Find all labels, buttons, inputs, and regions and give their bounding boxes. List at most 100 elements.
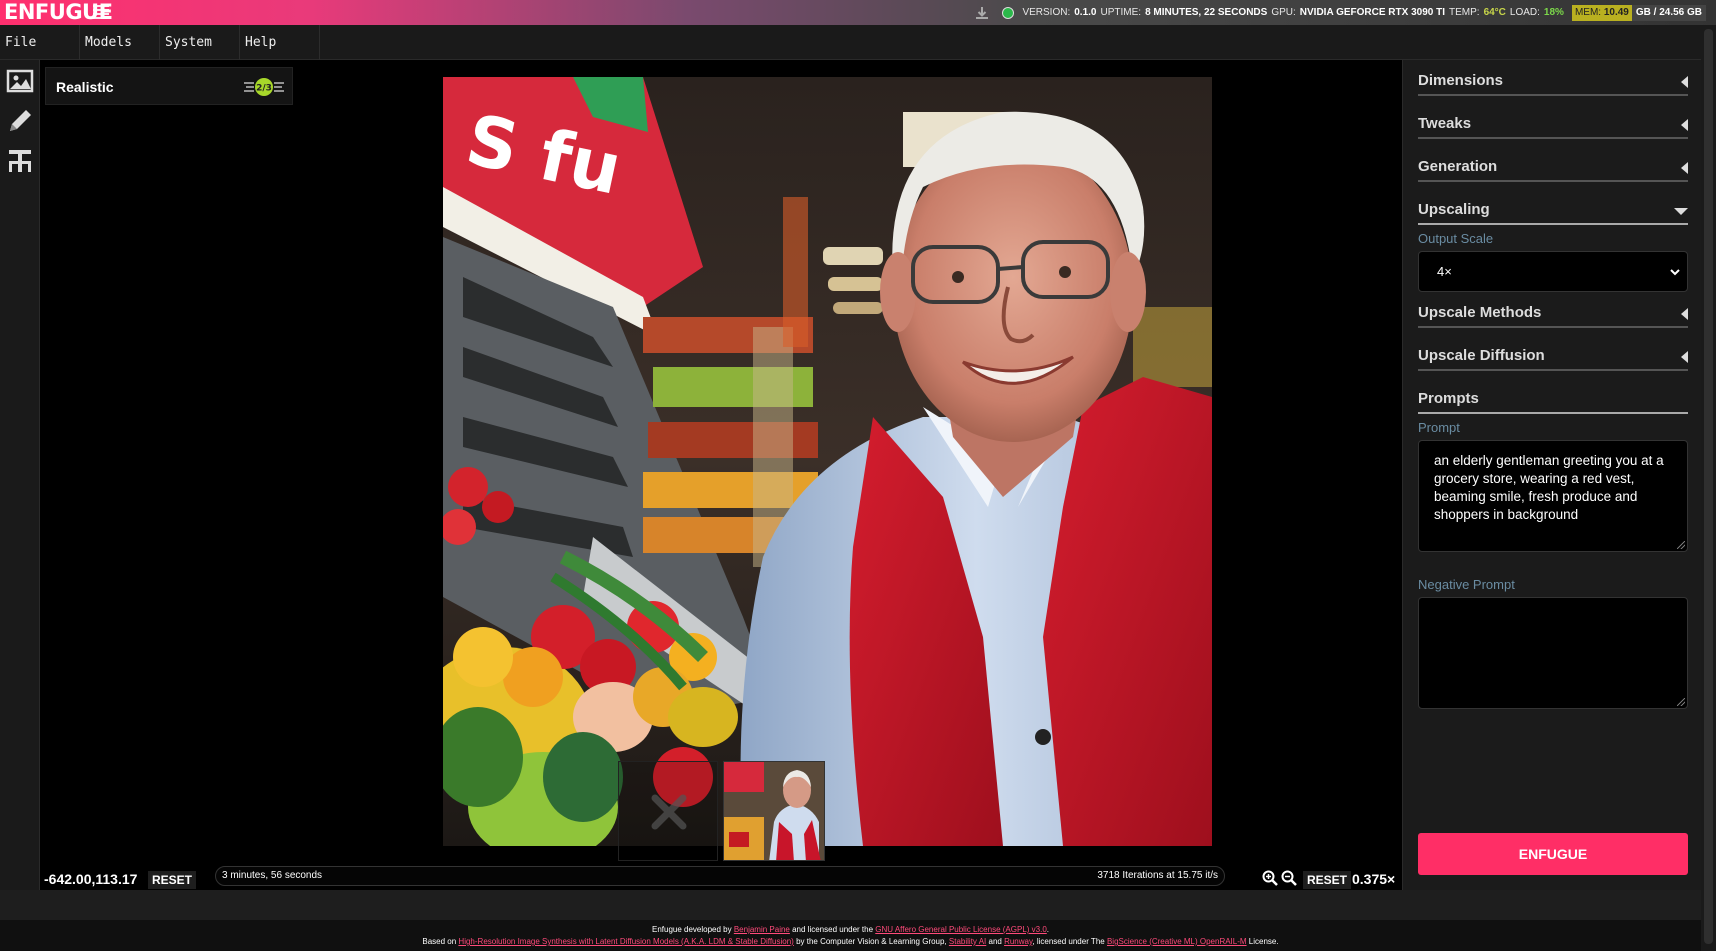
thumbnail-remove-slot[interactable]	[618, 761, 718, 861]
memory-used-segment: MEM: 10.49	[1571, 4, 1632, 21]
result-thumbnail[interactable]	[723, 761, 825, 861]
reset-zoom-button[interactable]: RESET	[1303, 871, 1352, 889]
resize-grip-icon[interactable]	[1677, 541, 1685, 549]
section-dimensions[interactable]: Dimensions	[1418, 70, 1688, 96]
memory-meter: MEM: 10.49 GB / 24.56 GB	[1571, 4, 1706, 21]
download-icon[interactable]	[974, 5, 990, 21]
enfugue-app: ENFUGUE VERSION: 0.1.0 UPTIME: 8 MINUTES…	[0, 0, 1716, 951]
generated-image[interactable]: S fu	[443, 77, 1212, 846]
left-toolbar	[0, 60, 40, 890]
load-value: 18%	[1543, 7, 1564, 18]
section-upscale-methods[interactable]: Upscale Methods	[1418, 302, 1688, 328]
output-scale-select[interactable]: 4×	[1418, 251, 1688, 292]
collapse-left-icon	[1681, 76, 1688, 88]
status-indicator-icon	[1002, 6, 1015, 19]
close-icon[interactable]	[649, 792, 689, 832]
right-panel: Dimensions Tweaks Generation Upscaling O…	[1402, 60, 1701, 890]
model-name: Realistic	[56, 79, 114, 95]
model-chip[interactable]: Realistic 2/3	[45, 67, 293, 105]
gpu-value: NVIDIA GEFORCE RTX 3090 TI	[1299, 7, 1445, 18]
paper-link[interactable]: High-Resolution Image Synthesis with Lat…	[458, 937, 793, 946]
load-label: LOAD:	[1509, 7, 1540, 18]
scrollbar-thumb[interactable]	[1704, 29, 1713, 944]
prompt-text: an elderly gentleman greeting you at a g…	[1434, 453, 1664, 522]
footer-text: Based on	[422, 937, 459, 946]
menu-bar: File Models System Help	[0, 25, 1701, 60]
output-scale-value: 4×	[1437, 264, 1452, 279]
mem-used-value: 10.49	[1603, 6, 1629, 18]
section-generation[interactable]: Generation	[1418, 156, 1688, 182]
zoom-in-icon[interactable]	[1262, 870, 1278, 886]
footer-spacer	[0, 890, 1701, 920]
page-scrollbar[interactable]	[1701, 25, 1716, 951]
negative-prompt-label: Negative Prompt	[1418, 577, 1515, 592]
enfugue-submit-button[interactable]: ENFUGUE	[1418, 833, 1688, 875]
zoom-out-icon[interactable]	[1281, 870, 1297, 886]
model-settings-icon[interactable]: 2/3	[242, 76, 286, 98]
footer-text: and	[986, 937, 1005, 946]
stability-link[interactable]: Stability AI	[949, 937, 986, 946]
author-link[interactable]: Benjamin Paine	[734, 925, 790, 934]
footer-text: and licensed under the	[789, 925, 876, 934]
section-title: Tweaks	[1418, 115, 1472, 132]
footer-line-1: Enfugue developed by Benjamin Paine and …	[0, 925, 1701, 934]
collapse-left-icon	[1681, 351, 1688, 363]
expand-down-icon	[1674, 208, 1688, 215]
collapse-left-icon	[1681, 119, 1688, 131]
footer-text: , licensed under The	[1032, 937, 1107, 946]
menu-system[interactable]: System	[160, 25, 240, 60]
negative-prompt-input[interactable]	[1418, 597, 1688, 709]
resize-grip-icon[interactable]	[1677, 698, 1685, 706]
mem-label: MEM:	[1574, 6, 1602, 18]
menu-help[interactable]: Help	[240, 25, 320, 60]
uptime-value: 8 MINUTES, 22 SECONDS	[1145, 7, 1268, 18]
section-title: Upscale Diffusion	[1418, 347, 1545, 364]
prompt-label: Prompt	[1418, 420, 1460, 435]
logo-stripes	[93, 5, 109, 19]
version-value: 0.1.0	[1074, 7, 1097, 18]
footer-text: Enfugue developed by	[651, 925, 734, 934]
menu-file[interactable]: File	[0, 25, 80, 60]
footer-text: License.	[1246, 937, 1279, 946]
zoom-level: 0.375×	[1352, 871, 1396, 887]
temp-label: TEMP:	[1449, 7, 1480, 18]
text-tool-icon[interactable]	[5, 146, 35, 176]
image-icon[interactable]	[5, 66, 35, 96]
footer-line-2: Based on High-Resolution Image Synthesis…	[0, 937, 1701, 946]
cursor-coordinates: -642.00,113.17	[44, 871, 138, 887]
output-scale-label: Output Scale	[1418, 231, 1494, 246]
section-upscaling[interactable]: Upscaling	[1418, 199, 1688, 225]
collapse-left-icon	[1681, 308, 1688, 320]
chevron-down-icon	[1670, 269, 1680, 276]
footer-text: by the Computer Vision & Learning Group,	[793, 937, 949, 946]
collapse-left-icon	[1681, 162, 1688, 174]
section-title: Upscaling	[1418, 201, 1490, 218]
temp-value: 64°C	[1483, 7, 1506, 18]
elapsed-time: 3 minutes, 56 seconds	[222, 870, 323, 881]
reset-position-button[interactable]: RESET	[148, 871, 197, 889]
iteration-rate: 3718 Iterations at 15.75 it/s	[1097, 870, 1218, 881]
menu-models[interactable]: Models	[80, 25, 160, 60]
section-title: Upscale Methods	[1418, 304, 1542, 321]
license-link[interactable]: GNU Affero General Public License (AGPL)…	[875, 925, 1047, 934]
runway-link[interactable]: Runway	[1004, 937, 1032, 946]
footer: Enfugue developed by Benjamin Paine and …	[0, 920, 1701, 951]
gpu-label: GPU:	[1271, 7, 1296, 18]
generation-progress: 3 minutes, 56 seconds 3718 Iterations at…	[215, 866, 1225, 886]
section-title: Dimensions	[1418, 72, 1504, 89]
section-title: Prompts	[1418, 390, 1479, 407]
section-upscale-diffusion[interactable]: Upscale Diffusion	[1418, 345, 1688, 371]
system-status: VERSION: 0.1.0 UPTIME: 8 MINUTES, 22 SEC…	[974, 0, 1706, 25]
memory-total: GB / 24.56 GB	[1631, 4, 1706, 21]
top-header: ENFUGUE VERSION: 0.1.0 UPTIME: 8 MINUTES…	[0, 0, 1716, 25]
svg-text:2/3: 2/3	[256, 84, 272, 94]
prompt-input[interactable]: an elderly gentleman greeting you at a g…	[1418, 440, 1688, 552]
pencil-icon[interactable]	[5, 106, 35, 136]
section-prompts[interactable]: Prompts	[1418, 388, 1688, 414]
uptime-label: UPTIME:	[1100, 7, 1142, 18]
version-label: VERSION:	[1022, 7, 1071, 18]
section-tweaks[interactable]: Tweaks	[1418, 113, 1688, 139]
footer-text: .	[1046, 925, 1050, 934]
openrail-link[interactable]: BigScience (Creative ML) OpenRAIL-M	[1107, 937, 1247, 946]
section-title: Generation	[1418, 158, 1498, 175]
